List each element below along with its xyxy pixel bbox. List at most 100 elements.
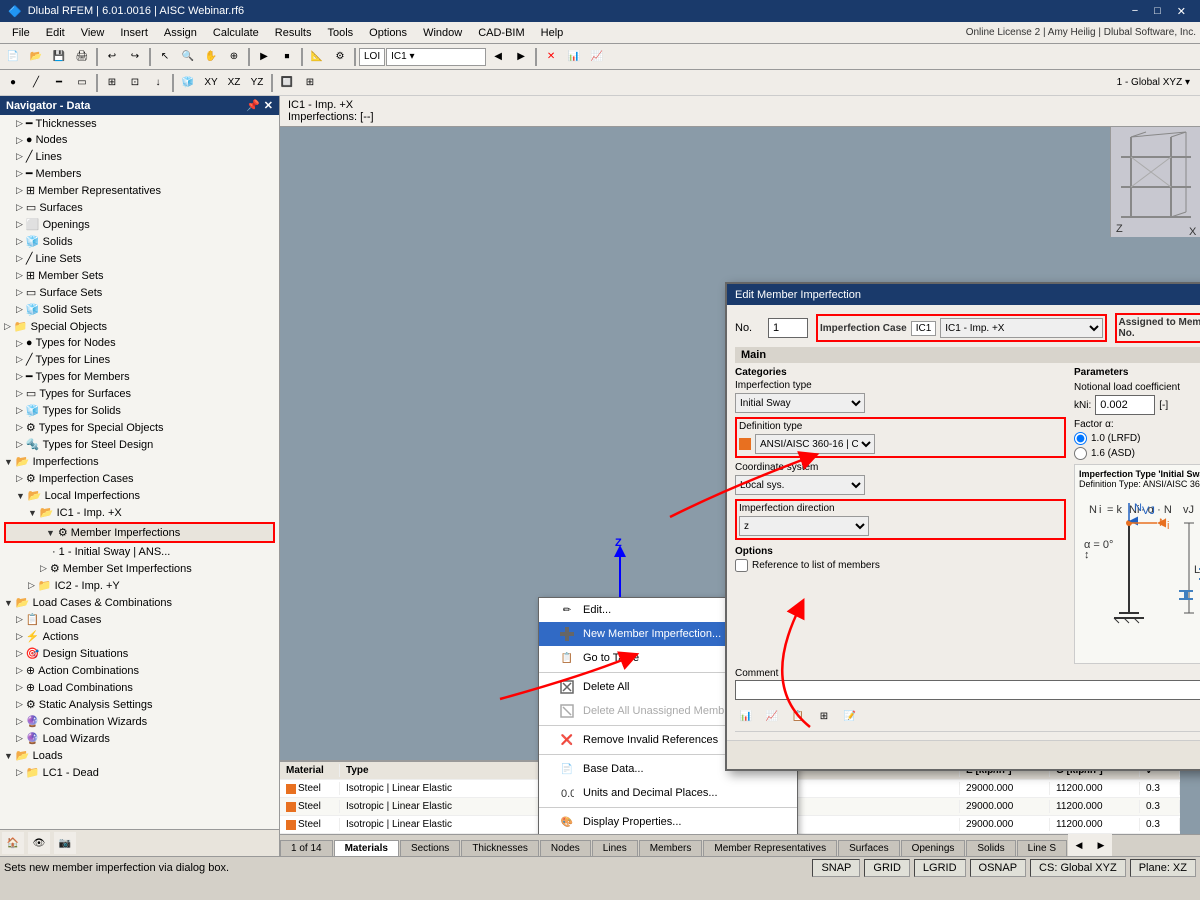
tab-openings[interactable]: Openings bbox=[901, 840, 966, 856]
no-input[interactable] bbox=[768, 318, 808, 338]
nav-item-member-imperfections[interactable]: ▼ ⚙ Member Imperfections bbox=[6, 524, 273, 541]
load-case-input[interactable]: LOI bbox=[359, 48, 385, 66]
nav-item-types-members[interactable]: ▷ ━ Types for Members bbox=[0, 368, 279, 385]
measure-btn[interactable]: 📐 bbox=[306, 46, 328, 68]
run-btn[interactable]: ▶ bbox=[253, 46, 275, 68]
dialog-tb-1[interactable]: 📊 bbox=[735, 705, 757, 727]
settings-btn[interactable]: ⚙ bbox=[329, 46, 351, 68]
nav-item-types-solids[interactable]: ▷ 🧊 Types for Solids bbox=[0, 402, 279, 419]
menu-insert[interactable]: Insert bbox=[112, 25, 156, 41]
menu-tools[interactable]: Tools bbox=[319, 25, 361, 41]
node-btn[interactable]: ● bbox=[2, 72, 24, 94]
graph-btn[interactable]: 📊 bbox=[563, 46, 585, 68]
stop-btn[interactable]: ⏹ bbox=[276, 46, 298, 68]
nav-item-action-combinations[interactable]: ▷ ⊕ Action Combinations bbox=[0, 662, 279, 679]
load-case-dropdown[interactable]: IC1 ▾ bbox=[386, 48, 486, 66]
wire-btn[interactable]: ⊞ bbox=[299, 72, 321, 94]
nav-camera-btn[interactable]: 📷 bbox=[54, 832, 76, 854]
nav-item-members[interactable]: ▷ ━ Members bbox=[0, 165, 279, 182]
nav-item-types-nodes[interactable]: ▷ ● Types for Nodes bbox=[0, 335, 279, 351]
tab-page[interactable]: 1 of 14 bbox=[280, 840, 333, 856]
view-xy-btn[interactable]: XY bbox=[200, 72, 222, 94]
nav-item-surfaces[interactable]: ▷ ▭ Surfaces bbox=[0, 199, 279, 216]
window-controls[interactable]: − □ ✕ bbox=[1126, 5, 1192, 18]
nav-item-load-wizards[interactable]: ▷ 🔮 Load Wizards bbox=[0, 730, 279, 747]
view-yz-btn[interactable]: YZ bbox=[246, 72, 268, 94]
nav-item-member-sets[interactable]: ▷ ⊞ Member Sets bbox=[0, 267, 279, 284]
menu-help[interactable]: Help bbox=[533, 25, 572, 41]
nav-item-design-situations[interactable]: ▷ 🎯 Design Situations bbox=[0, 645, 279, 662]
factor-lrfd-radio[interactable] bbox=[1074, 432, 1087, 445]
save-btn[interactable]: 💾 bbox=[48, 46, 70, 68]
nav-item-ic1[interactable]: ▼ 📂 IC1 - Imp. +X bbox=[0, 504, 279, 521]
nav-item-initial-sway[interactable]: · 1 - Initial Sway | ANS... bbox=[0, 544, 279, 560]
menu-file[interactable]: File bbox=[4, 25, 38, 41]
dialog-tb-2[interactable]: 📈 bbox=[761, 705, 783, 727]
nav-item-types-steel[interactable]: ▷ 🔩 Types for Steel Design bbox=[0, 436, 279, 453]
dialog-tb-4[interactable]: ⊞ bbox=[813, 705, 835, 727]
nav-close-btn[interactable]: ✕ bbox=[264, 99, 273, 112]
snap-indicator[interactable]: SNAP bbox=[812, 859, 860, 877]
nav-item-types-surfaces[interactable]: ▷ ▭ Types for Surfaces bbox=[0, 385, 279, 402]
definition-type-select[interactable]: ANSI/AISC 360-16 | Current bbox=[755, 434, 875, 454]
ctx-display-props[interactable]: 🎨 Display Properties... bbox=[539, 810, 797, 834]
dialog-tb-3[interactable]: 📋 bbox=[787, 705, 809, 727]
imperfection-case-select[interactable]: IC1 - Imp. +X bbox=[940, 318, 1102, 338]
nav-item-ic2[interactable]: ▷ 📁 IC2 - Imp. +Y bbox=[0, 577, 279, 594]
bottom-tabs[interactable]: 1 of 14 Materials Sections Thicknesses N… bbox=[280, 834, 1200, 856]
tab-materials[interactable]: Materials bbox=[334, 840, 399, 856]
nav-item-loads[interactable]: ▼ 📂 Loads bbox=[0, 747, 279, 764]
zoom-btn[interactable]: 🔍 bbox=[177, 46, 199, 68]
grid-indicator[interactable]: GRID bbox=[864, 859, 910, 877]
kni-expand-btn[interactable]: [-] bbox=[1159, 400, 1168, 411]
menu-edit[interactable]: Edit bbox=[38, 25, 73, 41]
nav-item-types-lines[interactable]: ▷ ╱ Types for Lines bbox=[0, 351, 279, 368]
render-btn[interactable]: 🔲 bbox=[276, 72, 298, 94]
nav-item-member-reps[interactable]: ▷ ⊞ Member Representatives bbox=[0, 182, 279, 199]
menu-cad-bim[interactable]: CAD-BIM bbox=[470, 25, 532, 41]
pan-btn[interactable]: ✋ bbox=[200, 46, 222, 68]
nav-item-load-cases[interactable]: ▷ 📋 Load Cases bbox=[0, 611, 279, 628]
section-btn[interactable]: ⊞ bbox=[101, 72, 123, 94]
maximize-button[interactable]: □ bbox=[1148, 5, 1167, 18]
close-button[interactable]: ✕ bbox=[1171, 5, 1192, 18]
view-dropdown[interactable]: 1 - Global XYZ ▾ bbox=[1109, 77, 1198, 88]
open-btn[interactable]: 📂 bbox=[25, 46, 47, 68]
view-xz-btn[interactable]: XZ bbox=[223, 72, 245, 94]
next-btn[interactable]: ▶ bbox=[510, 46, 532, 68]
tab-solids[interactable]: Solids bbox=[966, 840, 1015, 856]
nav-item-thicknesses[interactable]: ▷ ━ Thicknesses bbox=[0, 115, 279, 132]
load-btn[interactable]: ↓ bbox=[147, 72, 169, 94]
tab-sections[interactable]: Sections bbox=[400, 840, 460, 856]
menu-calculate[interactable]: Calculate bbox=[205, 25, 267, 41]
nav-item-surface-sets[interactable]: ▷ ▭ Surface Sets bbox=[0, 284, 279, 301]
osnap-indicator[interactable]: OSNAP bbox=[970, 859, 1027, 877]
print-btn[interactable]: 🖨 bbox=[71, 46, 93, 68]
tab-line-s[interactable]: Line S bbox=[1017, 840, 1067, 856]
delete-btn[interactable]: ✕ bbox=[540, 46, 562, 68]
reference-checkbox[interactable] bbox=[735, 559, 748, 572]
nav-body[interactable]: ▷ ━ Thicknesses ▷ ● Nodes ▷ ╱ Lines ▷ ━ … bbox=[0, 115, 279, 829]
nav-item-line-sets[interactable]: ▷ ╱ Line Sets bbox=[0, 250, 279, 267]
view-3d-btn[interactable]: 🧊 bbox=[177, 72, 199, 94]
nav-item-local-imperfections[interactable]: ▼ 📂 Local Imperfections bbox=[0, 487, 279, 504]
chart-btn[interactable]: 📈 bbox=[586, 46, 608, 68]
minimize-button[interactable]: − bbox=[1126, 5, 1144, 18]
nav-item-load-combos[interactable]: ▼ 📂 Load Cases & Combinations bbox=[0, 594, 279, 611]
nav-item-solids[interactable]: ▷ 🧊 Solids bbox=[0, 233, 279, 250]
support-btn[interactable]: ⊡ bbox=[124, 72, 146, 94]
tab-thicknesses[interactable]: Thicknesses bbox=[461, 840, 539, 856]
menu-results[interactable]: Results bbox=[267, 25, 320, 41]
new-btn[interactable]: 📄 bbox=[2, 46, 24, 68]
kni-input[interactable] bbox=[1095, 395, 1155, 415]
nav-item-lc1[interactable]: ▷ 📁 LC1 - Dead bbox=[0, 764, 279, 781]
tab-lines[interactable]: Lines bbox=[592, 840, 638, 856]
surface-btn[interactable]: ▭ bbox=[71, 72, 93, 94]
nav-eye-btn[interactable]: 👁 bbox=[28, 832, 50, 854]
factor-asd-radio[interactable] bbox=[1074, 447, 1087, 460]
nav-home-btn[interactable]: 🏠 bbox=[2, 832, 24, 854]
nav-item-lines[interactable]: ▷ ╱ Lines bbox=[0, 148, 279, 165]
comment-input[interactable] bbox=[735, 680, 1200, 700]
menu-view[interactable]: View bbox=[73, 25, 113, 41]
imperfection-type-select[interactable]: Initial Sway bbox=[735, 393, 865, 413]
